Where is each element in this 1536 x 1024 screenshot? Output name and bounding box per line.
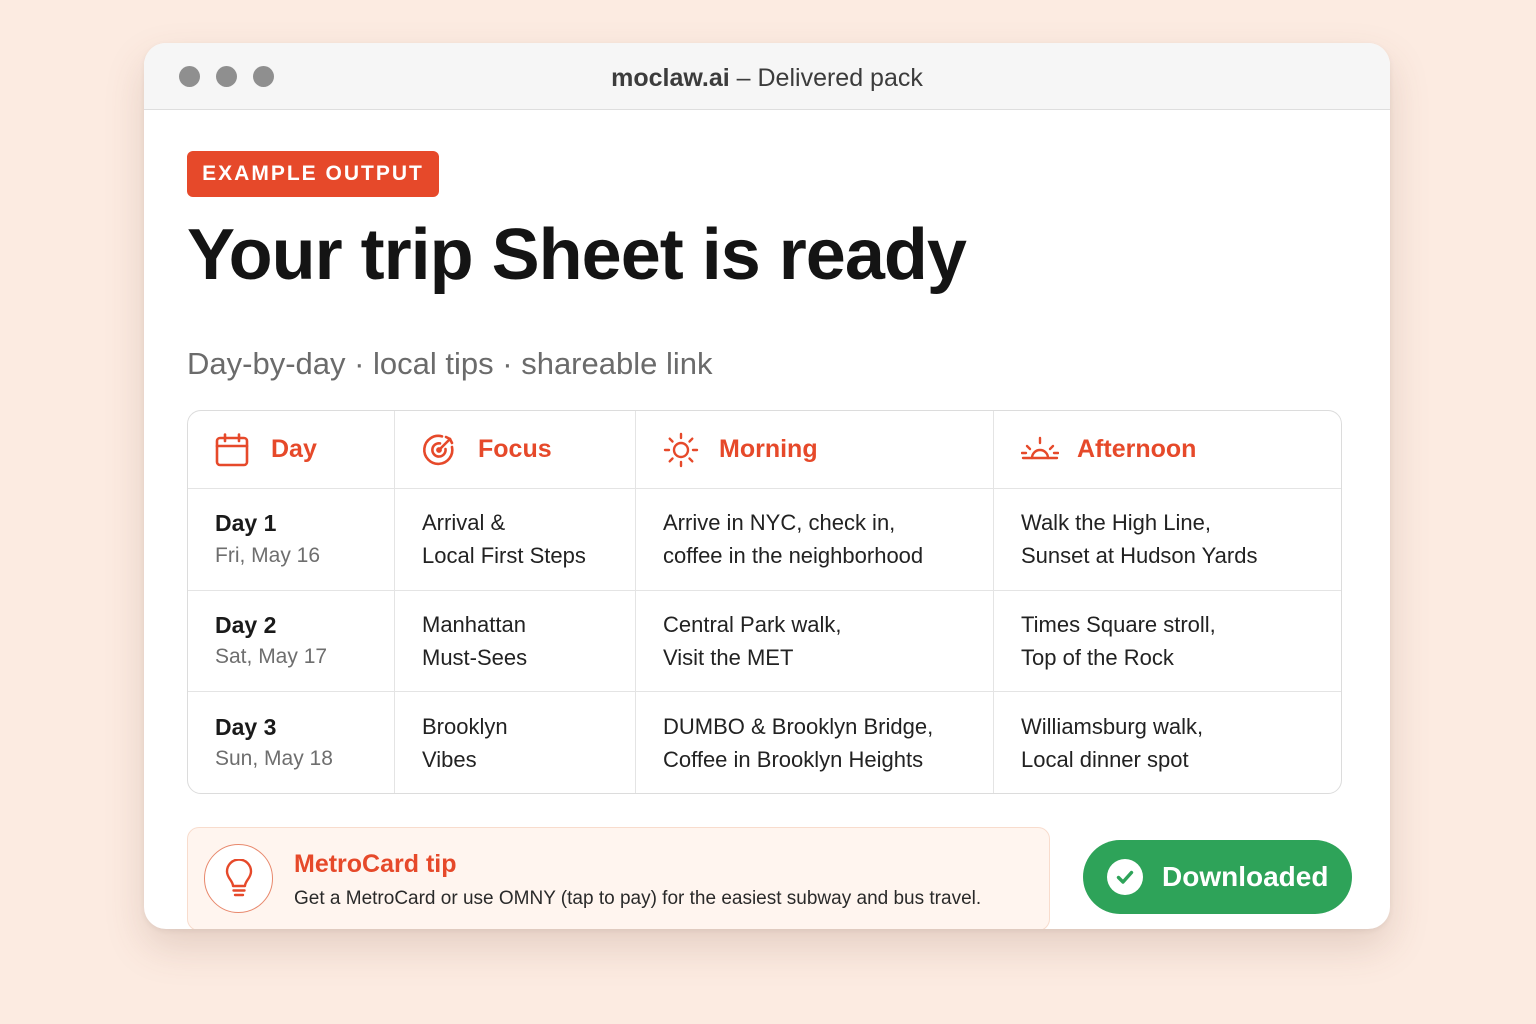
header-label: Morning [719,435,818,463]
afternoon-line: Top of the Rock [1021,644,1174,670]
day-date: Sun, May 18 [215,747,333,771]
browser-window: moclaw.ai – Delivered pack EXAMPLE OUTPU… [144,43,1390,929]
focus-line: Arrival & [422,510,506,536]
focus-cell: Brooklyn Vibes [395,692,636,793]
morning-line: DUMBO & Brooklyn Bridge, [663,713,934,739]
tip-text: Get a MetroCard or use OMNY (tap to pay)… [294,888,982,909]
title-bar: moclaw.ai – Delivered pack [144,43,1390,110]
header-label: Afternoon [1077,435,1197,463]
metrocard-tip-card: MetroCard tip Get a MetroCard or use OMN… [187,827,1050,929]
header-label: Day [271,435,317,463]
sunset-icon [1021,431,1059,469]
focus-line: Must-Sees [422,644,528,670]
morning-line: Visit the MET [663,644,794,670]
lightbulb-icon [204,844,273,913]
header-day: Day [188,411,395,488]
header-focus: Focus [395,411,636,488]
focus-cell: Manhattan Must-Sees [395,590,636,691]
afternoon-line: Times Square stroll, [1021,611,1216,637]
table-row: Day 1 Fri, May 16 Arrival & Local First … [188,489,1341,591]
morning-line: Arrive in NYC, check in, [663,510,896,536]
morning-line: coffee in the neighborhood [663,543,924,569]
focus-line: Local First Steps [422,543,586,569]
afternoon-cell: Times Square stroll, Top of the Rock [994,591,1341,692]
window-title-brand: moclaw.ai [611,64,730,92]
afternoon-line: Sunset at Hudson Yards [1021,543,1258,569]
window-title: moclaw.ai – Delivered pack [144,64,1390,93]
afternoon-cell: Williamsburg walk, Local dinner spot [994,692,1341,793]
page-title: Your trip Sheet is ready [187,215,967,295]
table-row: Day 3 Sun, May 18 Brooklyn Vibes DUMBO &… [188,692,1341,793]
day-cell: Day 1 Fri, May 16 [188,489,395,590]
example-output-badge: EXAMPLE OUTPUT [187,151,439,197]
header-afternoon: Afternoon [994,411,1341,488]
header-morning: Morning [636,411,994,488]
afternoon-line: Walk the High Line, [1021,510,1211,536]
focus-line: Brooklyn [422,713,508,739]
afternoon-cell: Walk the High Line, Sunset at Hudson Yar… [994,489,1341,590]
day-cell: Day 3 Sun, May 18 [188,692,395,793]
day-cell: Day 2 Sat, May 17 [188,590,395,691]
focus-line: Vibes [422,746,477,772]
table-row: Day 2 Sat, May 17 Manhattan Must-Sees Ce… [188,590,1341,692]
header-label: Focus [478,435,552,463]
day-date: Fri, May 16 [215,543,321,567]
itinerary-table: Day Focus Morning Afternoon Day 1 Fri, M… [187,410,1342,794]
focus-line: Manhattan [422,611,526,637]
morning-cell: DUMBO & Brooklyn Bridge, Coffee in Brook… [636,692,994,793]
table-header-row: Day Focus Morning Afternoon [188,411,1341,489]
sun-icon [663,431,701,469]
check-circle-icon [1107,859,1143,895]
afternoon-line: Williamsburg walk, [1021,713,1204,739]
day-name: Day 3 [215,713,277,740]
morning-line: Coffee in Brooklyn Heights [663,746,924,772]
main-content: EXAMPLE OUTPUT Your trip Sheet is ready … [187,110,1390,929]
day-name: Day 2 [215,611,277,638]
downloaded-label: Downloaded [1162,861,1329,892]
downloaded-button[interactable]: Downloaded [1083,840,1352,914]
morning-cell: Arrive in NYC, check in, coffee in the n… [636,489,994,590]
focus-cell: Arrival & Local First Steps [395,489,636,590]
day-date: Sat, May 17 [215,645,328,669]
day-name: Day 1 [215,510,277,537]
morning-cell: Central Park walk, Visit the MET [636,590,994,691]
calendar-icon [215,431,253,469]
morning-line: Central Park walk, [663,611,842,637]
tip-title: MetroCard tip [294,850,457,878]
afternoon-line: Local dinner spot [1021,746,1189,772]
page-subtitle: Day-by-day · local tips · shareable link [187,346,713,381]
window-title-suffix: – Delivered pack [729,64,923,92]
target-icon [422,431,460,469]
